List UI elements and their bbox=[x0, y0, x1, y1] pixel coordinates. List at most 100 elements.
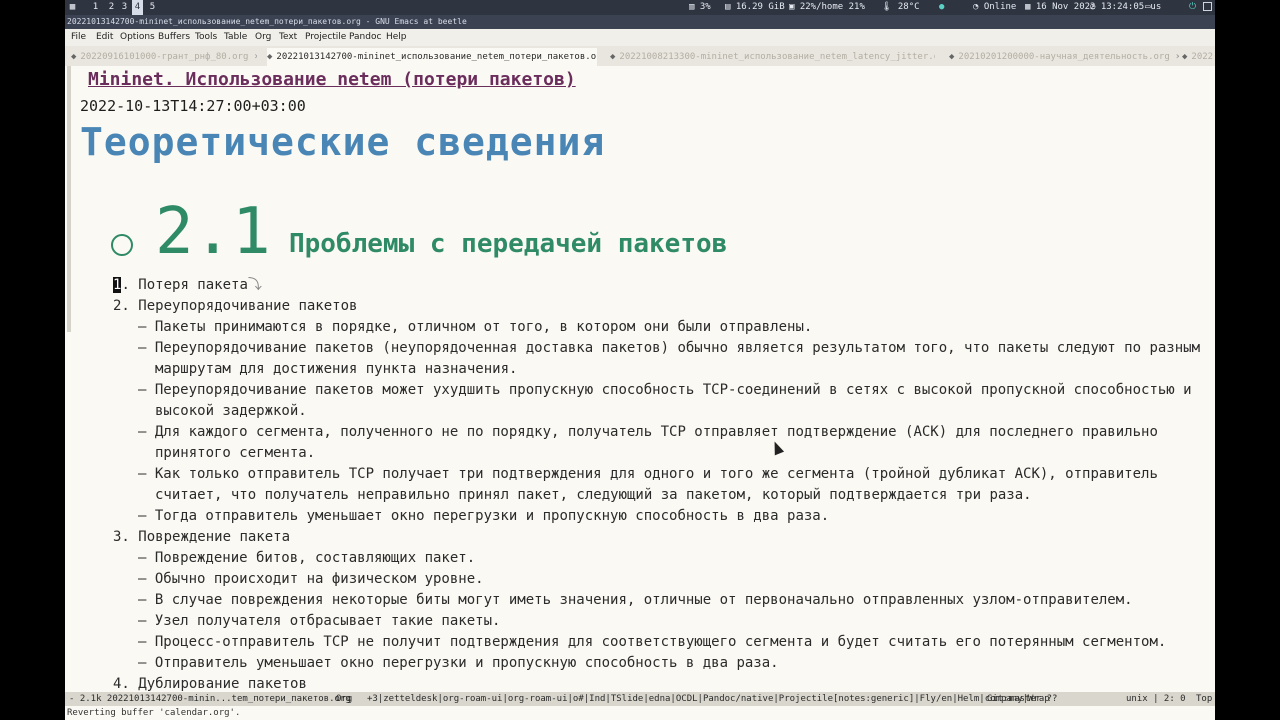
workspace-3[interactable]: 3 bbox=[119, 0, 130, 15]
list-item: – Узел получателя отбрасывает такие паке… bbox=[138, 611, 500, 631]
menu-options[interactable]: Options bbox=[120, 29, 155, 46]
list-bullet: – bbox=[138, 550, 155, 566]
list-item-text: Переупорядочивание пакетов может ухудшит… bbox=[154, 382, 1192, 398]
menu-text[interactable]: Text bbox=[279, 29, 297, 46]
list-item-text: Обычно происходит на физическом уровне. bbox=[154, 571, 484, 587]
menu-projectile[interactable]: Projectile bbox=[305, 29, 346, 46]
date-indicator: ▦ 16 Nov 2022 bbox=[1025, 0, 1095, 15]
screen-edge bbox=[1215, 0, 1280, 720]
tab-mininet-loss[interactable]: ◆ 20221013142700-mininet_использование_ne… bbox=[267, 48, 597, 66]
list-item-continuation: принятого сегмента. bbox=[155, 445, 316, 461]
list-item: – Для каждого сегмента, полученного не п… bbox=[138, 422, 1158, 442]
buffer-name[interactable]: - 2.1k 20221013142700-minin...tem_потери… bbox=[69, 692, 351, 706]
tab-mininet-latency[interactable]: ◆ 20221008213300-mininet_использование_ne… bbox=[610, 48, 935, 66]
list-item: – Как только отправитель TCP получает тр… bbox=[138, 464, 1158, 484]
menu-file[interactable]: File bbox=[71, 29, 86, 46]
heading-level-1: Теоретические сведения bbox=[80, 120, 606, 164]
workspace-2[interactable]: 2 bbox=[106, 0, 117, 15]
list-item-text: Для каждого сегмента, полученного не по … bbox=[154, 424, 1158, 440]
window-title: 20221013142700-mininet_использование_net… bbox=[65, 15, 1215, 29]
list-item-text: Переупорядочивание пакетов bbox=[138, 298, 358, 314]
list-bullet: – bbox=[138, 466, 155, 482]
git-branch[interactable]: Git:master ?? bbox=[987, 692, 1057, 706]
menu-bar: File Edit Options Buffers Tools Table Or… bbox=[65, 29, 1215, 46]
list-bullet: – bbox=[138, 592, 155, 608]
calendar-icon: ▦ bbox=[1025, 2, 1031, 12]
encoding-info: unix | 2: 0 bbox=[1126, 694, 1186, 704]
list-item: – Обычно происходит на физическом уровне… bbox=[138, 569, 484, 589]
list-item-text: В случае повреждения некоторые биты могу… bbox=[154, 592, 1133, 608]
list-item-text: Повреждение пакета bbox=[138, 529, 291, 545]
tab-label: 20210201200000-научная_деятельность.org bbox=[958, 52, 1170, 62]
menu-help[interactable]: Help bbox=[386, 29, 407, 46]
workspace-1[interactable]: 1 bbox=[90, 0, 101, 15]
time-value: 13:24:05 bbox=[1100, 2, 1145, 12]
cpu-value: 3% bbox=[699, 2, 711, 12]
tab-bar: ◆20220916101000-грант_рнф_80.org× ◆20221… bbox=[65, 46, 1215, 67]
tab-grant[interactable]: ◆20220916101000-грант_рнф_80.org × bbox=[71, 48, 257, 66]
list-item-text: Дублирование пакетов bbox=[138, 676, 307, 692]
list-number: 3. bbox=[113, 529, 139, 545]
major-mode[interactable]: Org bbox=[336, 692, 352, 706]
list-item-text: Как только отправитель TCP получает три … bbox=[154, 466, 1158, 482]
tab-close-button[interactable]: × bbox=[254, 52, 257, 62]
cpu-icon: ▥ bbox=[689, 2, 695, 12]
list-item: – Переупорядочивание пакетов может ухудш… bbox=[138, 380, 1192, 400]
list-item: 1. Потеря пакета⤵ bbox=[113, 275, 262, 295]
list-item-text: Процесс-отправитель TCP не получит подтв… bbox=[154, 634, 1167, 650]
list-bullet: – bbox=[138, 613, 155, 629]
org-file-icon: ◆ bbox=[949, 52, 955, 62]
menu-pandoc[interactable]: Pandoc bbox=[349, 29, 381, 46]
menu-table[interactable]: Table bbox=[224, 29, 247, 46]
cpu-indicator: ▥ 3% bbox=[689, 0, 711, 15]
document-title: Mininet. Использование netem (потери пак… bbox=[88, 69, 576, 90]
network-indicator: ◔ Online bbox=[973, 0, 1016, 15]
keyboard-indicator[interactable]: ▭us bbox=[1145, 0, 1161, 15]
list-item-continuation: считает, что получатель неправильно прин… bbox=[155, 487, 1032, 503]
tab-label: 20221013142700-mininet_использование_net… bbox=[276, 52, 597, 62]
list-bullet: – bbox=[138, 655, 155, 671]
tab-science[interactable]: ◆ 20210201200000-научная_деятельность.org… bbox=[949, 48, 1179, 66]
memory-icon: ▤ bbox=[725, 2, 731, 12]
workspaces-icon[interactable]: ▦ bbox=[67, 0, 78, 15]
tab-label: 20220916101000-грант_рнф_80.org bbox=[80, 52, 249, 62]
list-item: – В случае повреждения некоторые биты мо… bbox=[138, 590, 1133, 610]
list-bullet: – bbox=[138, 382, 155, 398]
org-file-icon: ◆ bbox=[267, 52, 273, 62]
workspace-5[interactable]: 5 bbox=[147, 0, 158, 15]
workspace-4[interactable]: 4 bbox=[132, 0, 143, 15]
tab-label: 20221008213300-mininet_использование_net… bbox=[619, 52, 935, 62]
scrollbar[interactable] bbox=[67, 66, 71, 332]
clock-icon: ◷ bbox=[1090, 2, 1096, 12]
org-file-icon: ◆ bbox=[71, 52, 77, 62]
mode-line: - 2.1k 20221013142700-minin...tem_потери… bbox=[65, 692, 1215, 706]
keyboard-layout: us bbox=[1150, 2, 1162, 12]
list-item-text: Узел получателя отбрасывает такие пакеты… bbox=[154, 613, 501, 629]
document-date: 2022-10-13T14:27:00+03:00 bbox=[80, 97, 306, 115]
thermometer-icon: 🌡 bbox=[881, 2, 893, 12]
menu-edit[interactable]: Edit bbox=[96, 29, 113, 46]
menu-buffers[interactable]: Buffers bbox=[158, 29, 190, 46]
folded-indicator-icon[interactable]: ⤵ bbox=[248, 277, 262, 293]
menu-tools[interactable]: Tools bbox=[195, 29, 217, 46]
date-value: 16 Nov 2022 bbox=[1035, 2, 1096, 12]
buffer-position: Top bbox=[1196, 694, 1213, 704]
tab-close-button[interactable]: × bbox=[1176, 52, 1179, 62]
list-item-text: Пакеты принимаются в порядке, отличном о… bbox=[154, 319, 813, 335]
settings-icon[interactable] bbox=[1203, 0, 1212, 15]
list-item-continuation: высокой задержкой. bbox=[155, 403, 307, 419]
list-bullet: – bbox=[138, 508, 155, 524]
minor-modes[interactable]: +3|zetteldesk|org-roam-ui|org-roam-ui|o#… bbox=[367, 692, 1050, 706]
list-item: – Процесс-отправитель TCP не получит под… bbox=[138, 632, 1166, 652]
power-icon[interactable]: ⏻ bbox=[1189, 0, 1196, 15]
list-number: 4. bbox=[113, 676, 139, 692]
palette-icon[interactable]: ● bbox=[939, 0, 944, 15]
menu-org[interactable]: Org bbox=[255, 29, 271, 46]
heading-number: 2.1 bbox=[155, 195, 271, 269]
list-item: – Повреждение битов, составляющих пакет. bbox=[138, 548, 475, 568]
network-value: Online bbox=[983, 2, 1017, 12]
system-status-bar: ▦ 1 2 3 4 5 ▥ 3% ▤ 16.29 GiB ▣ 22%/home … bbox=[65, 0, 1215, 15]
list-item-text: Отправитель уменьшает окно перегрузки и … bbox=[154, 655, 779, 671]
tab-truncated[interactable]: ◆ 2022 bbox=[1182, 48, 1215, 66]
heading-level-2: Проблемы с передачей пакетов bbox=[289, 229, 728, 259]
